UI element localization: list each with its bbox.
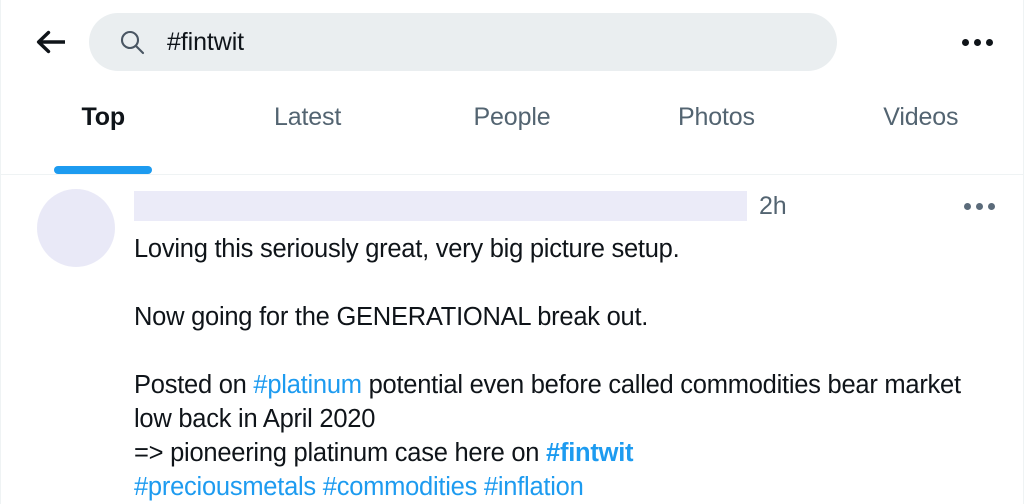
hashtag-link[interactable]: #inflation [484, 473, 584, 501]
tab-label: Videos [883, 103, 959, 131]
arrow-left-icon [34, 27, 68, 57]
active-tab-indicator [54, 166, 153, 174]
hashtag-link[interactable]: #platinum [253, 371, 362, 399]
search-input[interactable]: #fintwit [89, 13, 837, 71]
avatar[interactable] [37, 189, 115, 267]
tweet-text-run [477, 473, 484, 501]
tab-top[interactable]: Top [1, 84, 205, 174]
twitter-search-screen: #fintwit Top Latest People Photos Videos [0, 0, 1024, 504]
tab-people[interactable]: People [410, 84, 614, 174]
hashtag-link[interactable]: #fintwit [546, 439, 634, 467]
more-horizontal-icon [961, 38, 993, 46]
tweet-paragraph [134, 266, 1001, 300]
tweet-body: 2h Loving this seriously great, very big… [134, 189, 1001, 504]
search-header: #fintwit [1, 0, 1023, 84]
tab-label: Top [81, 103, 125, 131]
tweet-paragraph [134, 334, 1001, 368]
hashtag-link[interactable]: #commodities [323, 473, 478, 501]
tweet-paragraph: Posted on #platinum potential even befor… [134, 368, 1001, 504]
search-query-text: #fintwit [167, 29, 245, 55]
tab-videos[interactable]: Videos [819, 84, 1023, 174]
back-button[interactable] [29, 20, 73, 64]
tweet-timestamp: 2h [759, 191, 787, 220]
tweet-text-run [316, 473, 323, 501]
tab-latest[interactable]: Latest [205, 84, 409, 174]
tweet-text: Loving this seriously great, very big pi… [134, 232, 1001, 504]
search-tabs: Top Latest People Photos Videos [1, 84, 1023, 175]
header-overflow-button[interactable] [953, 20, 1001, 64]
tab-label: Photos [677, 103, 755, 131]
tweet-header: 2h [134, 189, 1001, 223]
tweet-item[interactable]: 2h Loving this seriously great, very big… [1, 175, 1023, 504]
tab-photos[interactable]: Photos [614, 84, 818, 174]
tweet-paragraph: Loving this seriously great, very big pi… [134, 232, 1001, 266]
tweet-text-run: Loving this seriously great, very big pi… [134, 235, 680, 263]
tweet-text-run: Now going for the GENERATIONAL break out… [134, 303, 649, 331]
tab-label: Latest [274, 103, 342, 131]
tab-label: People [473, 103, 551, 131]
display-name-redaction [134, 191, 747, 221]
hashtag-link[interactable]: #preciousmetals [134, 473, 316, 501]
search-icon [119, 29, 145, 55]
tweet-text-run: Posted on [134, 371, 254, 399]
tweet-paragraph: Now going for the GENERATIONAL break out… [134, 300, 1001, 334]
tweet-overflow-button[interactable] [957, 189, 1001, 223]
more-horizontal-icon [963, 202, 995, 210]
